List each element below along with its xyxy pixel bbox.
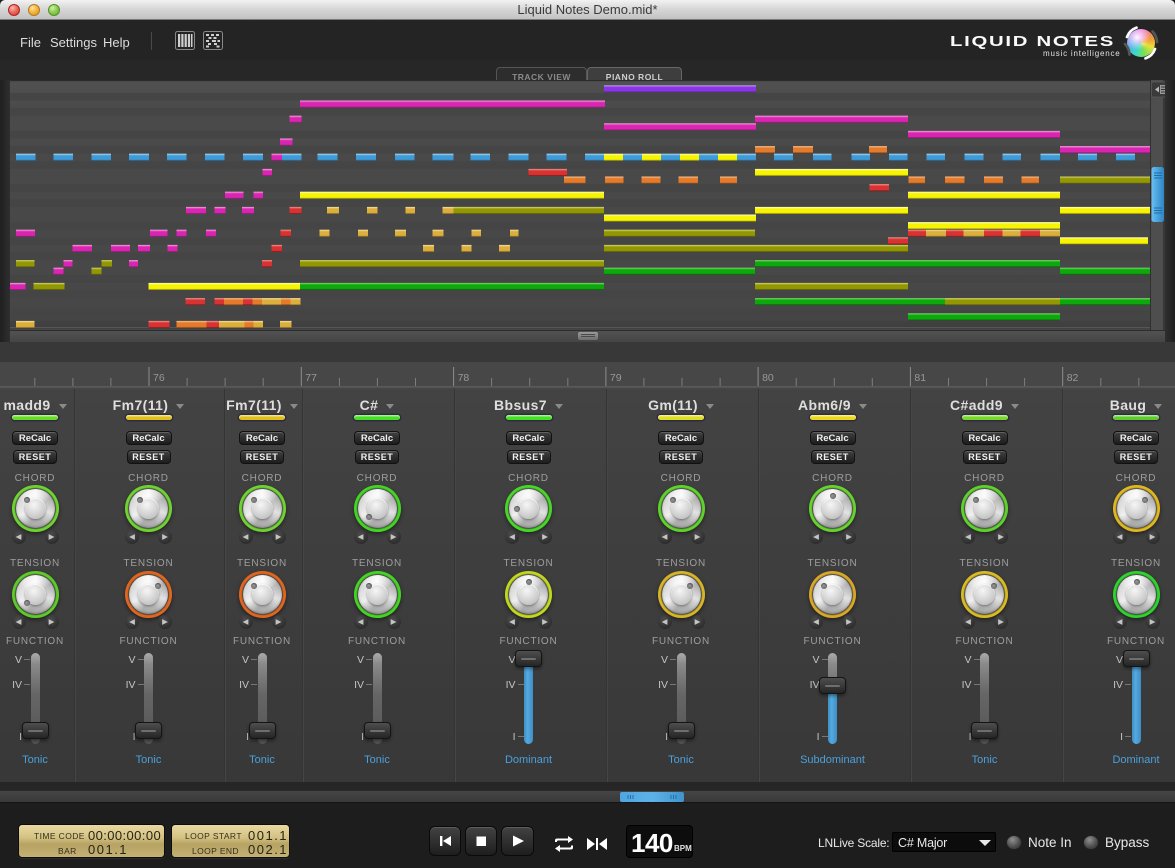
svg-text:78: 78 xyxy=(458,372,470,384)
svg-text:76: 76 xyxy=(153,372,165,384)
svg-text:79: 79 xyxy=(610,372,622,384)
svg-text:80: 80 xyxy=(762,372,774,384)
svg-text:77: 77 xyxy=(305,372,317,384)
svg-text:81: 81 xyxy=(914,372,926,384)
svg-text:82: 82 xyxy=(1067,372,1079,384)
